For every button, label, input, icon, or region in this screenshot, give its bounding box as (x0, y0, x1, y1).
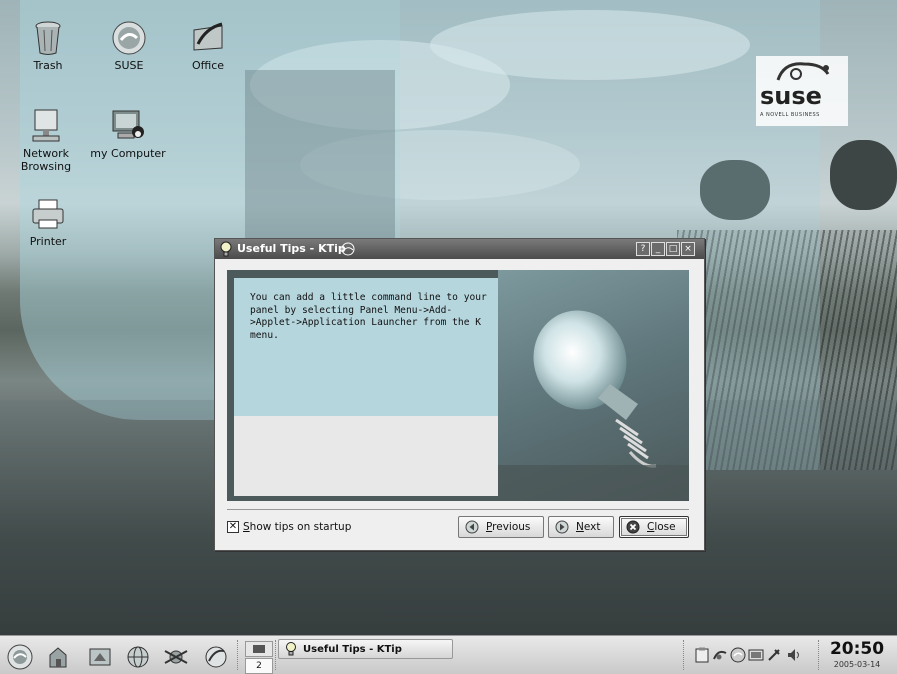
next-button[interactable]: Next (548, 516, 614, 538)
suse-icon (730, 647, 746, 663)
bulb-icon (219, 241, 233, 260)
volume-tray[interactable] (786, 647, 802, 663)
clipboard-icon (695, 647, 709, 663)
help-button[interactable]: ? (636, 242, 650, 256)
window-thumbnail-icon (253, 645, 265, 653)
maximize-button[interactable]: □ (666, 242, 680, 256)
screen-icon (748, 649, 764, 661)
openoffice-icon (205, 646, 227, 668)
show-desktop-icon (89, 648, 111, 666)
mail-launcher[interactable] (163, 644, 189, 670)
wallpaper-tree (830, 140, 897, 210)
taskbar-separator (237, 640, 240, 670)
k-menu-button[interactable] (7, 644, 33, 670)
pager-desktop-1[interactable] (245, 641, 273, 657)
home-launcher[interactable] (45, 644, 71, 670)
dialog-separator (227, 509, 689, 510)
arrow-right-icon (555, 520, 569, 534)
network-tray[interactable] (748, 647, 764, 663)
desktop-icon-my-computer[interactable]: my Computer (88, 108, 168, 160)
close-window-button[interactable]: × (681, 242, 695, 256)
desktop-icon-label: Network Browsing (20, 147, 72, 173)
office-icon (190, 20, 226, 56)
show-tips-checkbox[interactable]: ✕ Show tips on startup (227, 520, 351, 534)
network-icon (28, 108, 64, 144)
suse-icon (111, 20, 147, 56)
close-circle-icon (626, 520, 640, 534)
bulb-icon (286, 642, 296, 656)
close-button[interactable]: Close (619, 516, 689, 538)
globe-icon (127, 646, 149, 668)
desktop-pager: 2 (243, 639, 273, 674)
home-icon (49, 647, 67, 668)
desktop-icon-label: Printer (29, 235, 67, 248)
swirl-icon (339, 241, 357, 260)
desktop-icon-office[interactable]: Office (168, 20, 248, 72)
brand-tagline: A NOVELL BUSINESS (760, 112, 820, 118)
lightbulb-icon (498, 310, 689, 501)
computer-icon (110, 108, 146, 144)
trash-icon (30, 20, 66, 56)
evolution-icon (164, 650, 188, 664)
taskbar-task-ktip[interactable]: Useful Tips - KTip (278, 639, 453, 659)
taskbar: 2 Useful Tips - KTip 20:50 2005-03-14 (0, 635, 897, 674)
tip-text: You can add a little command line to you… (250, 292, 487, 341)
taskbar-separator (818, 640, 821, 670)
power-plug-icon (768, 649, 780, 661)
clock[interactable]: 20:50 2005-03-14 (824, 638, 890, 670)
desktop-icon-label: Office (191, 59, 225, 72)
desktop-icon-network[interactable]: Network Browsing (6, 108, 86, 173)
desktop-icon-label: my Computer (90, 147, 166, 160)
desktop-icon-label: Trash (33, 59, 63, 72)
speaker-icon (788, 649, 799, 661)
suse-watcher-tray[interactable] (730, 647, 746, 663)
suse-logo: suse A NOVELL BUSINESS (756, 56, 848, 126)
updater-tray[interactable] (712, 647, 728, 663)
previous-button[interactable]: Previous (458, 516, 544, 538)
system-tray (690, 641, 812, 671)
power-tray[interactable] (766, 647, 782, 663)
task-label: Useful Tips - KTip (303, 643, 402, 655)
clock-date: 2005-03-14 (833, 660, 881, 669)
minimize-button[interactable]: _ (651, 242, 665, 256)
dialog-titlebar[interactable]: Useful Tips - KTip ? _ □ × (215, 239, 704, 259)
desktop-icon-label: SUSE (114, 59, 144, 72)
ktip-dialog: Useful Tips - KTip ? _ □ × You can add a… (214, 238, 705, 551)
desktop-icon-printer[interactable]: Printer (8, 196, 88, 248)
printer-icon (30, 196, 66, 232)
taskbar-separator (683, 640, 686, 670)
brand-name: suse (760, 82, 822, 110)
chameleon-icon (713, 650, 727, 660)
show-tips-label: Show tips on startup (243, 521, 352, 533)
klipper-tray[interactable] (694, 647, 710, 663)
pager-desktop-2[interactable]: 2 (245, 658, 273, 674)
tip-text-box: You can add a little command line to you… (234, 278, 498, 496)
bulb-illustration (498, 270, 689, 501)
checkbox-checked-icon[interactable]: ✕ (227, 521, 239, 533)
office-launcher[interactable] (203, 644, 229, 670)
browser-launcher[interactable] (125, 644, 151, 670)
desktop-launcher[interactable] (87, 644, 113, 670)
chameleon-icon (776, 62, 830, 81)
desktop-icon-trash[interactable]: Trash (8, 20, 88, 72)
clock-time: 20:50 (829, 639, 885, 659)
dialog-title: Useful Tips - KTip (237, 242, 346, 255)
arrow-left-icon (465, 520, 479, 534)
suse-menu-icon (7, 644, 33, 670)
tip-area: You can add a little command line to you… (227, 270, 689, 501)
desktop-icon-suse[interactable]: SUSE (89, 20, 169, 72)
